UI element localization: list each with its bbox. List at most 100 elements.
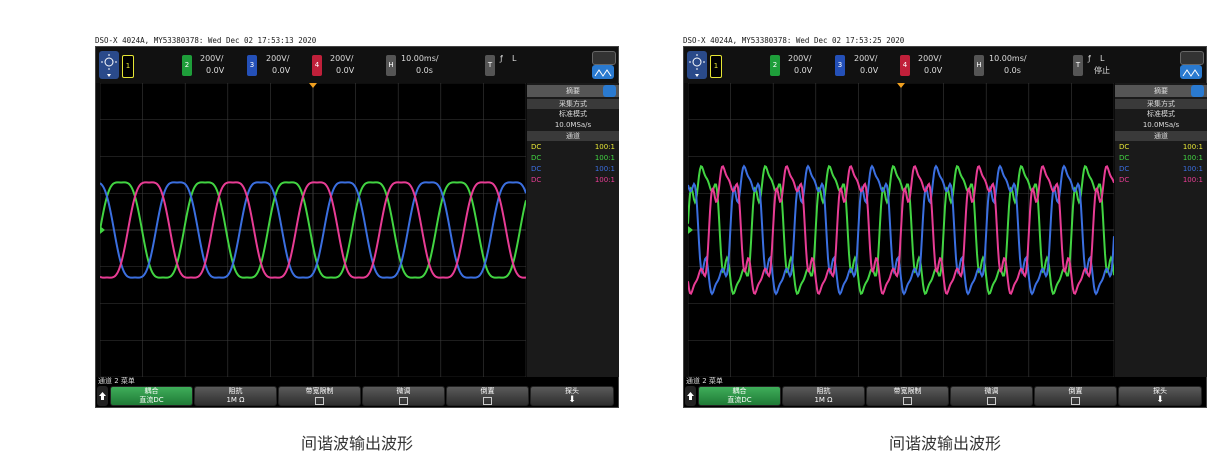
coupling-softkey[interactable]: 耦合 直流DC xyxy=(110,386,193,406)
invert-softkey[interactable]: 倒置 xyxy=(446,386,529,406)
channel-3-offset: 0.0V xyxy=(860,66,879,75)
channel-1-badge[interactable]: 1 xyxy=(122,55,134,78)
channel-4-badge[interactable]: 4 xyxy=(312,55,322,76)
waveform-mode-icon[interactable] xyxy=(1180,65,1202,79)
invert-softkey[interactable]: 倒置 xyxy=(1034,386,1117,406)
summary-panel: 摘要 采集方式 标准模式 10.0MSa/s 通道 DC 100:1 DC 100:1… xyxy=(1115,83,1207,377)
acquisition-mode: 标准模式 xyxy=(559,110,587,118)
acquisition-mode: 标准模式 xyxy=(1147,110,1175,118)
horizontal-delay: 0.0s xyxy=(1004,66,1021,75)
channel-coupling: DC xyxy=(531,176,542,184)
waveform-display xyxy=(99,82,527,378)
trigger-level-label: L xyxy=(512,54,517,63)
channel-probe-ratio: 100:1 xyxy=(594,154,615,162)
run-control-icon[interactable] xyxy=(99,51,119,79)
channel-2-offset: 0.0V xyxy=(206,66,225,75)
channel-3-badge[interactable]: 3 xyxy=(835,55,845,76)
softkey-bar: 耦合 直流DC 阻抗 1M Ω 带宽限制 微调 倒置 探头 ⬇ xyxy=(684,385,1206,407)
channel-coupling: DC xyxy=(531,154,542,162)
channel-4-badge[interactable]: 4 xyxy=(900,55,910,76)
channel-2-scale: 200V/ xyxy=(788,54,812,63)
sample-rate: 10.0MSa/s xyxy=(554,121,592,129)
channel-probe-ratio: 100:1 xyxy=(594,165,615,173)
channel-coupling: DC xyxy=(1119,176,1130,184)
channel-coupling: DC xyxy=(531,143,542,151)
channel-probe-ratio: 100:1 xyxy=(1182,154,1203,162)
scope-screen: 1 2 200V/ 0.0V 3 200V/ 0.0V 4 200V/ 0.0V… xyxy=(95,46,619,408)
bandwidth-limit-softkey[interactable]: 带宽限制 xyxy=(278,386,361,406)
channel-summary-row: DC 100:1 xyxy=(531,165,615,174)
channel-summary-row: DC 100:1 xyxy=(531,143,615,152)
menu-icon[interactable] xyxy=(1191,85,1204,97)
zoom-icon[interactable] xyxy=(1180,51,1204,65)
run-control-icon[interactable] xyxy=(687,51,707,79)
impedance-softkey[interactable]: 阻抗 1M Ω xyxy=(782,386,865,406)
caption-right: 间谐波输出波形 xyxy=(888,434,1001,453)
trigger-position-marker xyxy=(309,83,317,88)
probe-softkey[interactable]: 探头 ⬇ xyxy=(530,386,614,406)
channel-2-badge[interactable]: 2 xyxy=(770,55,780,76)
channel-3-badge[interactable]: 3 xyxy=(247,55,257,76)
top-bar: 1 2 200V/ 0.0V 3 200V/ 0.0V 4 200V/ 0.0V… xyxy=(684,47,1206,83)
horizontal-badge[interactable]: H xyxy=(386,55,396,76)
acquisition-heading: 采集方式 xyxy=(1115,99,1207,109)
channel-4-scale: 200V/ xyxy=(330,54,354,63)
summary-panel: 摘要 采集方式 标准模式 10.0MSa/s 通道 DC 100:1 DC 100:1… xyxy=(527,83,619,377)
channel-summary-row: DC 100:1 xyxy=(1119,154,1203,163)
channel-3-scale: 200V/ xyxy=(854,54,878,63)
caption-left: 间谐波输出波形 xyxy=(300,434,413,453)
horizontal-scale: 10.00ms/ xyxy=(401,54,439,63)
fine-adjust-softkey[interactable]: 微调 xyxy=(950,386,1033,406)
fine-adjust-softkey[interactable]: 微调 xyxy=(362,386,445,406)
top-bar: 1 2 200V/ 0.0V 3 200V/ 0.0V 4 200V/ 0.0V… xyxy=(96,47,618,83)
coupling-softkey[interactable]: 耦合 直流DC xyxy=(698,386,781,406)
horizontal-badge[interactable]: H xyxy=(974,55,984,76)
channel-2-offset: 0.0V xyxy=(794,66,813,75)
acquisition-heading: 采集方式 xyxy=(527,99,619,109)
trigger-badge[interactable]: T xyxy=(1073,55,1083,76)
channel-probe-ratio: 100:1 xyxy=(1182,143,1203,151)
zoom-icon[interactable] xyxy=(592,51,616,65)
waveform-display xyxy=(687,82,1115,378)
channel-4-scale: 200V/ xyxy=(918,54,942,63)
trigger-badge[interactable]: T xyxy=(485,55,495,76)
horizontal-scale: 10.00ms/ xyxy=(989,54,1027,63)
bandwidth-limit-softkey[interactable]: 带宽限制 xyxy=(866,386,949,406)
channel-coupling: DC xyxy=(1119,165,1130,173)
channel-probe-ratio: 100:1 xyxy=(1182,176,1203,184)
back-arrow-icon[interactable] xyxy=(97,386,108,406)
sample-rate: 10.0MSa/s xyxy=(1142,121,1180,129)
scope-screen: 1 2 200V/ 0.0V 3 200V/ 0.0V 4 200V/ 0.0V… xyxy=(683,46,1207,408)
trigger-position-marker xyxy=(897,83,905,88)
channel-probe-ratio: 100:1 xyxy=(594,176,615,184)
trigger-slope-icon: ƒ xyxy=(1088,54,1091,63)
status-line: 通道 2 菜单 xyxy=(96,377,618,385)
channels-heading: 通道 xyxy=(1115,131,1207,141)
screen-header: DSO-X 4024A, MY53380378: Wed Dec 02 17:5… xyxy=(683,36,905,45)
channel-summary-row: DC 100:1 xyxy=(531,176,615,185)
impedance-softkey[interactable]: 阻抗 1M Ω xyxy=(194,386,277,406)
status-line: 通道 2 菜单 xyxy=(684,377,1206,385)
oscilloscope-screenshot-left: DSO-X 4024A, MY53380378: Wed Dec 02 17:5… xyxy=(95,0,619,455)
channel-3-offset: 0.0V xyxy=(272,66,291,75)
channel-2-scale: 200V/ xyxy=(200,54,224,63)
probe-softkey[interactable]: 探头 ⬇ xyxy=(1118,386,1202,406)
channel-probe-ratio: 100:1 xyxy=(1182,165,1203,173)
channel-4-offset: 0.0V xyxy=(336,66,355,75)
menu-icon[interactable] xyxy=(603,85,616,97)
ground-marker xyxy=(688,226,693,234)
channel-4-offset: 0.0V xyxy=(924,66,943,75)
channel-summary-row: DC 100:1 xyxy=(1119,176,1203,185)
channel-1-badge[interactable]: 1 xyxy=(710,55,722,78)
channel-2-badge[interactable]: 2 xyxy=(182,55,192,76)
channel-summary-row: DC 100:1 xyxy=(1119,165,1203,174)
channel-probe-ratio: 100:1 xyxy=(594,143,615,151)
channel-summary-row: DC 100:1 xyxy=(531,154,615,163)
horizontal-delay: 0.0s xyxy=(416,66,433,75)
waveform-mode-icon[interactable] xyxy=(592,65,614,79)
channels-heading: 通道 xyxy=(527,131,619,141)
channel-coupling: DC xyxy=(531,165,542,173)
softkey-bar: 耦合 直流DC 阻抗 1M Ω 带宽限制 微调 倒置 探头 ⬇ xyxy=(96,385,618,407)
run-state-label: 停止 xyxy=(1094,66,1110,75)
back-arrow-icon[interactable] xyxy=(685,386,696,406)
